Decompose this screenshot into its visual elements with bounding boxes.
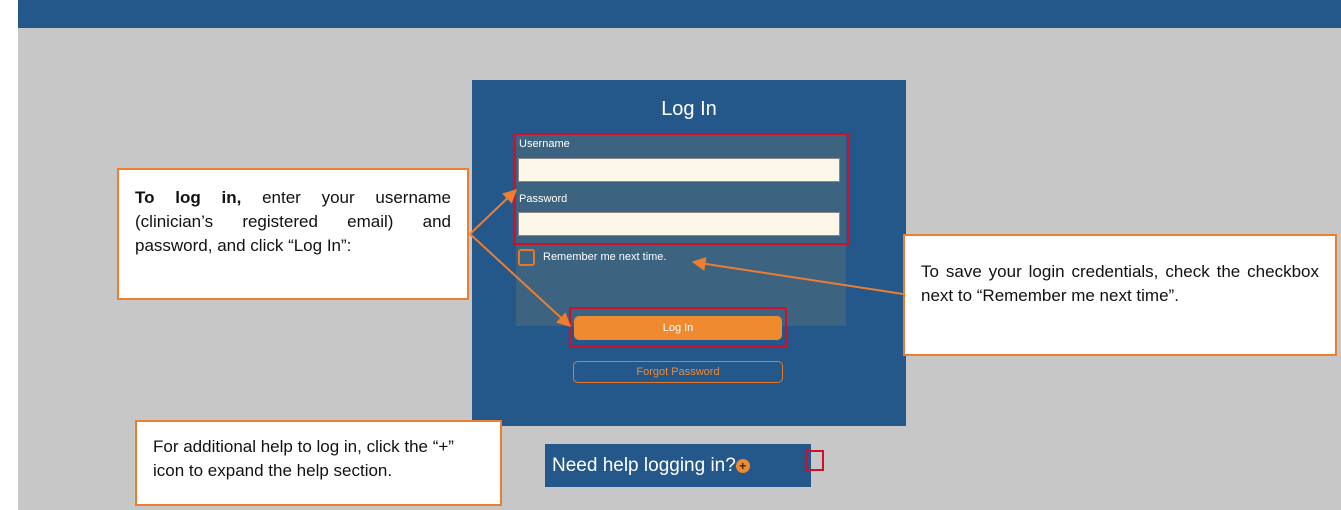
arrow-to-login-button bbox=[469, 233, 572, 327]
arrow-to-credentials bbox=[469, 189, 518, 235]
arrow-to-remember-me bbox=[691, 256, 904, 295]
callout-arrows bbox=[469, 189, 904, 327]
